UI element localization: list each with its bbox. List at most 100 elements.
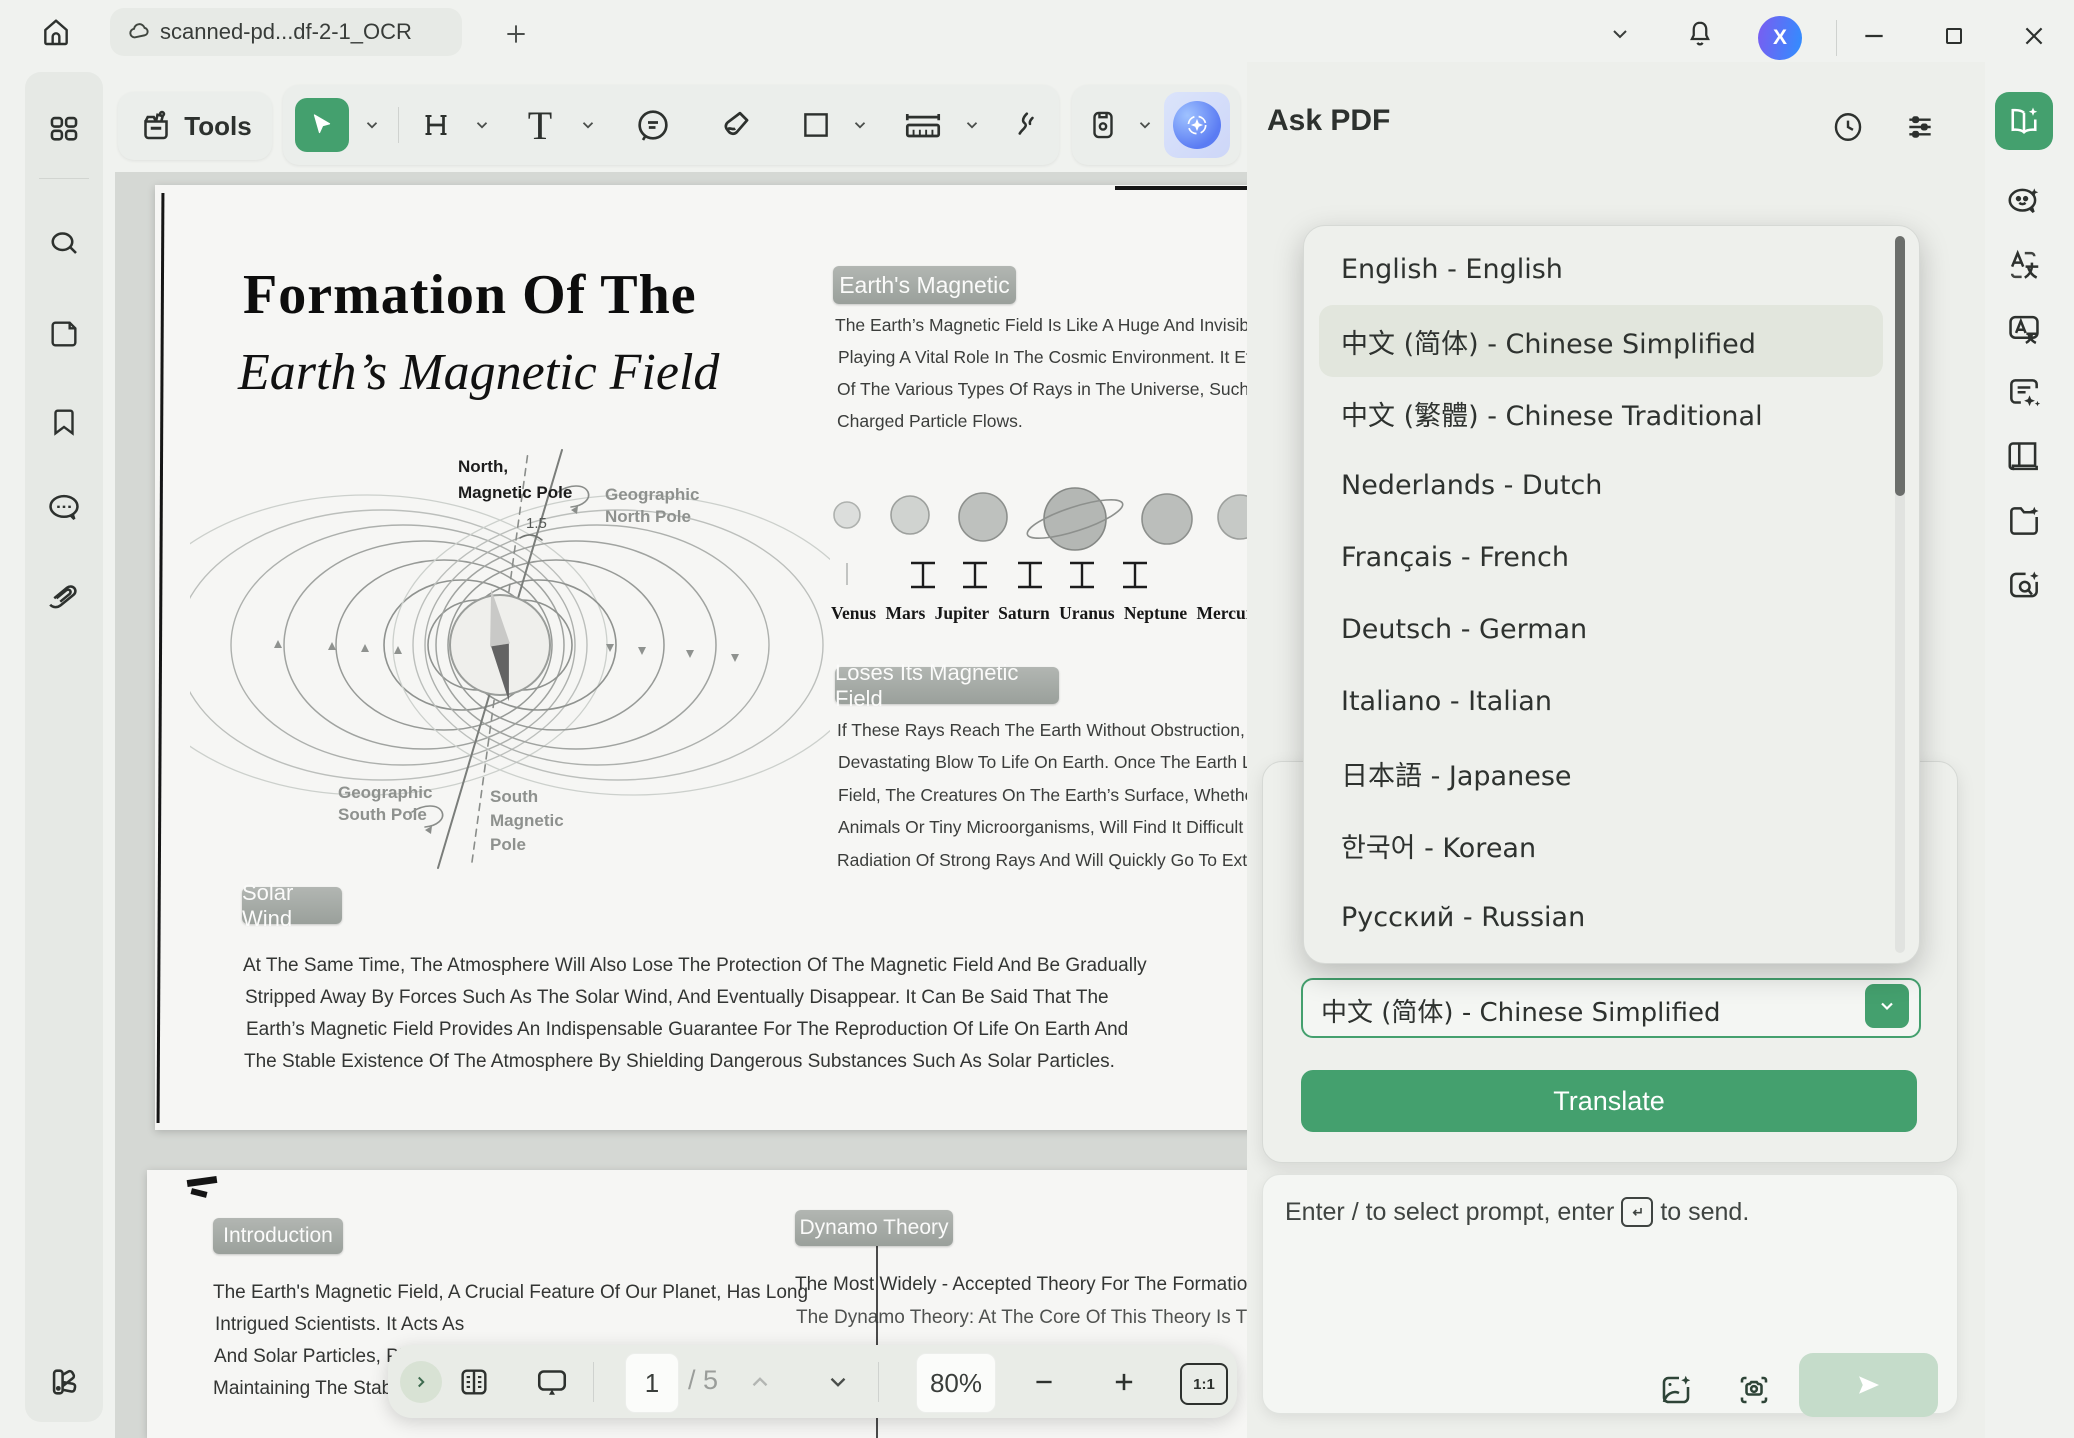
signature-tool-button[interactable] bbox=[999, 100, 1049, 150]
camera-capture-icon bbox=[1736, 1372, 1772, 1408]
select-tool-button[interactable] bbox=[295, 98, 349, 152]
close-button[interactable] bbox=[2010, 14, 2058, 58]
measure-tool-dropdown[interactable] bbox=[955, 108, 989, 142]
translate-label: Translate bbox=[1553, 1086, 1665, 1117]
rail-summarize-button[interactable] bbox=[1999, 368, 2049, 418]
send-button[interactable] bbox=[1799, 1353, 1938, 1417]
highlighter-tool-button[interactable] bbox=[711, 100, 761, 150]
zoom-out-button[interactable] bbox=[1022, 1361, 1066, 1403]
rail-ask-pdf-button[interactable] bbox=[1995, 92, 2053, 150]
rail-file-ai-button[interactable] bbox=[1999, 496, 2049, 546]
zoom-level: 80% bbox=[930, 1368, 982, 1399]
actual-size-button[interactable]: 1:1 bbox=[1180, 1363, 1228, 1405]
stamp-icon bbox=[1086, 108, 1120, 142]
doc-tag-earths-magnetic: Earth's Magnetic bbox=[833, 266, 1016, 304]
target-language-select[interactable]: 中文 (简体) - Chinese Simplified bbox=[1301, 978, 1921, 1038]
language-option[interactable]: Русский - Russian bbox=[1341, 881, 1881, 953]
select-tool-dropdown[interactable] bbox=[355, 108, 389, 142]
zoom-in-button[interactable] bbox=[1102, 1361, 1146, 1403]
settings-button[interactable] bbox=[1897, 104, 1943, 150]
stamp-tool-button[interactable] bbox=[1078, 100, 1128, 150]
language-option[interactable]: 한국어 - Korean bbox=[1341, 809, 1881, 881]
expand-toolbar-button[interactable] bbox=[400, 1361, 442, 1403]
sidebar-pages-button[interactable] bbox=[40, 312, 88, 356]
language-option[interactable]: Français - French bbox=[1341, 521, 1881, 593]
heading-tool-dropdown[interactable] bbox=[465, 108, 499, 142]
page-navigation-toolbar: 1 / 5 80% 1:1 bbox=[388, 1345, 1237, 1418]
highlighter-icon bbox=[717, 106, 755, 144]
sidebar-appearance-button[interactable] bbox=[40, 1360, 88, 1404]
language-option[interactable]: Italiano - Italian bbox=[1341, 665, 1881, 737]
document-viewport[interactable]: Formation Of The Earth’s Magnetic Field … bbox=[115, 172, 1247, 1438]
language-option[interactable]: English - English bbox=[1341, 233, 1881, 305]
notifications-button[interactable] bbox=[1678, 14, 1722, 54]
ai-tools-rail bbox=[1985, 62, 2074, 1438]
avatar[interactable]: X bbox=[1758, 16, 1802, 60]
diagram-label-geo-south-2: South Pole bbox=[338, 805, 427, 824]
page-layout-button[interactable] bbox=[450, 1359, 498, 1405]
language-option[interactable]: 中文 (繁體) - Chinese Traditional bbox=[1341, 377, 1881, 449]
rail-reader-button[interactable] bbox=[1999, 432, 2049, 482]
planets-caption: Venus Mars Jupiter Saturn Uranus Neptune… bbox=[831, 603, 1247, 624]
planets-diagram bbox=[830, 475, 1247, 600]
toolbar-divider bbox=[878, 1362, 879, 1402]
measure-tool-button[interactable] bbox=[895, 100, 951, 150]
chat-input-card[interactable]: Enter / to select prompt, enter to send. bbox=[1262, 1174, 1958, 1414]
doc-paragraph-1: The Earth’s Magnetic Field Is Like A Hug… bbox=[835, 310, 1247, 450]
two-page-view-icon bbox=[457, 1365, 491, 1399]
maximize-button[interactable] bbox=[1930, 14, 1978, 58]
insert-image-button[interactable] bbox=[1653, 1367, 1699, 1413]
document-tab[interactable]: scanned-pd...df-2-1_OCR bbox=[110, 8, 462, 56]
home-icon bbox=[40, 16, 72, 48]
new-tab-button[interactable] bbox=[494, 16, 538, 52]
heading-tool-button[interactable] bbox=[411, 100, 461, 150]
language-option-selected[interactable]: 中文 (简体) - Chinese Simplified bbox=[1319, 305, 1883, 377]
sidebar-bookmarks-button[interactable] bbox=[40, 400, 88, 444]
text-tool-button[interactable]: T bbox=[515, 100, 565, 150]
diagram-label-south-3: Pole bbox=[490, 835, 526, 854]
tools-button[interactable]: Tools bbox=[118, 92, 272, 160]
presentation-button[interactable] bbox=[528, 1359, 576, 1405]
magnetic-field-diagram: North, Magnetic Pole Geographic North Po… bbox=[190, 430, 830, 885]
sidebar-thumbnails-button[interactable] bbox=[40, 106, 88, 150]
dropdown-scrollbar-thumb[interactable] bbox=[1895, 236, 1905, 496]
scan-artifact-line bbox=[1115, 186, 1247, 190]
language-option[interactable]: Deutsch - German bbox=[1341, 593, 1881, 665]
page-number-input[interactable]: 1 bbox=[625, 1353, 679, 1413]
translate-button[interactable]: Translate bbox=[1301, 1070, 1917, 1132]
text-tool-dropdown[interactable] bbox=[571, 108, 605, 142]
previous-page-button[interactable] bbox=[738, 1361, 782, 1403]
rail-ai-chat-button[interactable] bbox=[1999, 176, 2049, 226]
home-button[interactable] bbox=[30, 12, 82, 52]
rail-translate-button[interactable] bbox=[1999, 240, 2049, 290]
history-button[interactable] bbox=[1825, 104, 1871, 150]
sidebar-comments-button[interactable] bbox=[40, 486, 88, 530]
send-icon bbox=[1854, 1370, 1884, 1400]
tools-icon bbox=[138, 108, 174, 144]
sidebar-search-button[interactable] bbox=[40, 222, 88, 266]
doc-tag-solar-wind: Solar Wind bbox=[242, 887, 342, 924]
minimize-button[interactable] bbox=[1850, 14, 1898, 58]
language-option[interactable]: 日本語 - Japanese bbox=[1341, 737, 1881, 809]
scan-artifact-mark bbox=[191, 1188, 208, 1198]
doc-tag-introduction: Introduction bbox=[213, 1218, 343, 1254]
language-option[interactable]: Nederlands - Dutch bbox=[1341, 449, 1881, 521]
stamp-tool-dropdown[interactable] bbox=[1130, 108, 1160, 142]
zoom-level-input[interactable]: 80% bbox=[916, 1353, 996, 1413]
titlebar-collapse-button[interactable] bbox=[1598, 18, 1642, 50]
ask-pdf-book-sparkle-icon bbox=[2006, 103, 2042, 139]
language-select-chevron-button[interactable] bbox=[1865, 984, 1909, 1028]
tools-label: Tools bbox=[184, 111, 251, 142]
sidebar-attachments-button[interactable] bbox=[40, 574, 88, 618]
shape-tool-button[interactable] bbox=[791, 100, 841, 150]
page-current: 1 bbox=[645, 1368, 659, 1399]
next-page-button[interactable] bbox=[816, 1361, 860, 1403]
presentation-icon bbox=[534, 1364, 570, 1400]
screenshot-button[interactable] bbox=[1731, 1367, 1777, 1413]
rail-ai-search-button[interactable] bbox=[1999, 560, 2049, 610]
comment-tool-button[interactable] bbox=[628, 100, 678, 150]
rail-translate-page-button[interactable] bbox=[1999, 304, 2049, 354]
shape-tool-dropdown[interactable] bbox=[843, 108, 877, 142]
diagram-label-south-2: Magnetic bbox=[490, 811, 564, 830]
ai-assistant-button[interactable] bbox=[1164, 92, 1230, 158]
